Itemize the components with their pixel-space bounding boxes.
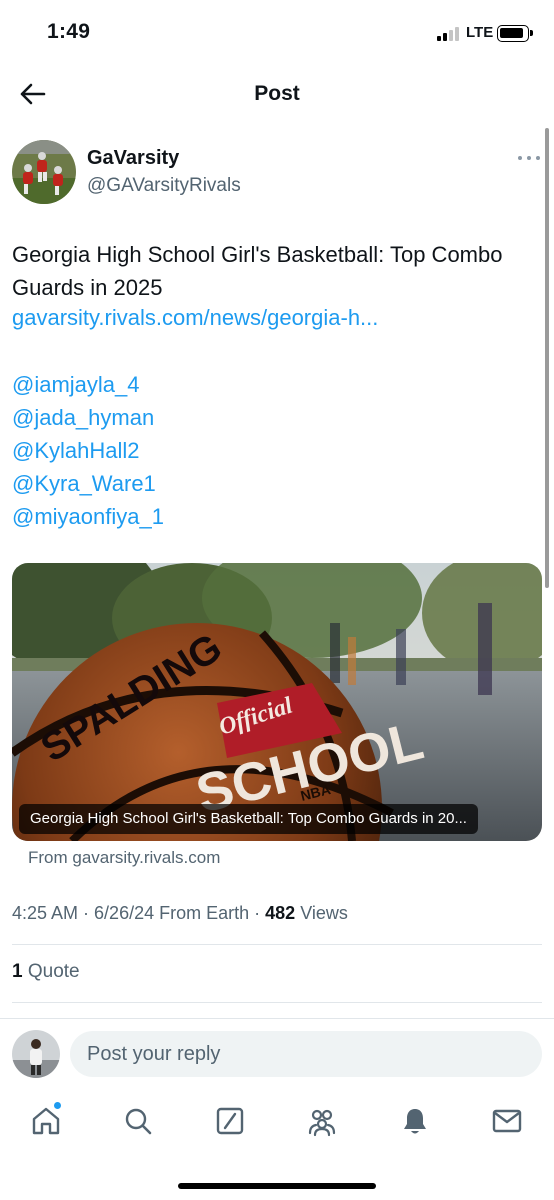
tab-communities[interactable] bbox=[305, 1104, 339, 1138]
author-name[interactable]: GaVarsity bbox=[87, 147, 179, 170]
tab-messages[interactable] bbox=[490, 1104, 524, 1138]
post-meta: 4:25 AM · 6/26/24 From Earth · 482 Views bbox=[12, 903, 348, 923]
mention-link[interactable]: @iamjayla_4 bbox=[12, 368, 164, 401]
author-handle[interactable]: @GAVarsityRivals bbox=[87, 175, 241, 197]
network-label: LTE bbox=[466, 24, 494, 41]
divider bbox=[12, 944, 542, 945]
reply-input[interactable] bbox=[70, 1031, 542, 1077]
home-icon bbox=[32, 1107, 60, 1135]
author-avatar[interactable] bbox=[12, 140, 76, 204]
divider bbox=[0, 1018, 554, 1019]
mention-link[interactable]: @jada_hyman bbox=[12, 401, 164, 434]
search-icon bbox=[125, 1108, 152, 1135]
post-link[interactable]: gavarsity.rivals.com/news/georgia-h... bbox=[12, 305, 378, 331]
tab-home[interactable] bbox=[29, 1104, 63, 1138]
mention-link[interactable]: @miyaonfiya_1 bbox=[12, 500, 164, 533]
link-card[interactable]: SPALDING Official SCHOOL NBA Georgia Hig… bbox=[12, 563, 542, 841]
quote-label: Quote bbox=[27, 961, 80, 982]
battery-icon bbox=[497, 25, 533, 42]
status-time: 1:49 bbox=[47, 20, 91, 43]
mention-link[interactable]: @KylahHall2 bbox=[12, 434, 164, 467]
tab-bar bbox=[0, 1098, 554, 1148]
more-options-button[interactable] bbox=[516, 152, 542, 164]
tab-search[interactable] bbox=[121, 1104, 155, 1138]
notification-dot bbox=[54, 1102, 61, 1109]
avatar-image bbox=[12, 140, 76, 204]
grok-icon bbox=[216, 1107, 244, 1135]
post-time: 4:25 AM bbox=[12, 903, 79, 923]
quote-count: 1 bbox=[12, 961, 23, 982]
user-avatar[interactable] bbox=[12, 1030, 60, 1078]
views-label: Views bbox=[300, 903, 348, 923]
card-source[interactable]: From gavarsity.rivals.com bbox=[28, 848, 220, 868]
post-date: 6/26/24 bbox=[94, 903, 155, 923]
mention-link[interactable]: @Kyra_Ware1 bbox=[12, 467, 164, 500]
scrollbar[interactable] bbox=[545, 128, 549, 588]
post-via: From Earth bbox=[159, 903, 250, 923]
card-caption: Georgia High School Girl's Basketball: T… bbox=[19, 804, 478, 834]
quotes-link[interactable]: 1 Quote bbox=[12, 961, 80, 983]
communities-icon bbox=[308, 1109, 336, 1137]
home-indicator[interactable] bbox=[178, 1183, 376, 1189]
card-image: SPALDING Official SCHOOL NBA bbox=[12, 563, 542, 841]
top-header: Post bbox=[0, 66, 554, 122]
page-title: Post bbox=[254, 82, 300, 105]
messages-icon bbox=[492, 1109, 522, 1133]
tab-notifications[interactable] bbox=[398, 1104, 432, 1138]
signal-icon bbox=[437, 27, 461, 41]
user-avatar-image bbox=[12, 1030, 60, 1078]
tab-grok[interactable] bbox=[213, 1104, 247, 1138]
post-text: Georgia High School Girl's Basketball: T… bbox=[12, 242, 503, 300]
divider bbox=[12, 1002, 542, 1003]
mention-list: @iamjayla_4 @jada_hyman @KylahHall2 @Kyr… bbox=[12, 368, 164, 533]
views-count: 482 bbox=[265, 903, 296, 923]
notifications-icon bbox=[404, 1109, 426, 1134]
status-bar: 1:49 LTE bbox=[0, 0, 554, 66]
